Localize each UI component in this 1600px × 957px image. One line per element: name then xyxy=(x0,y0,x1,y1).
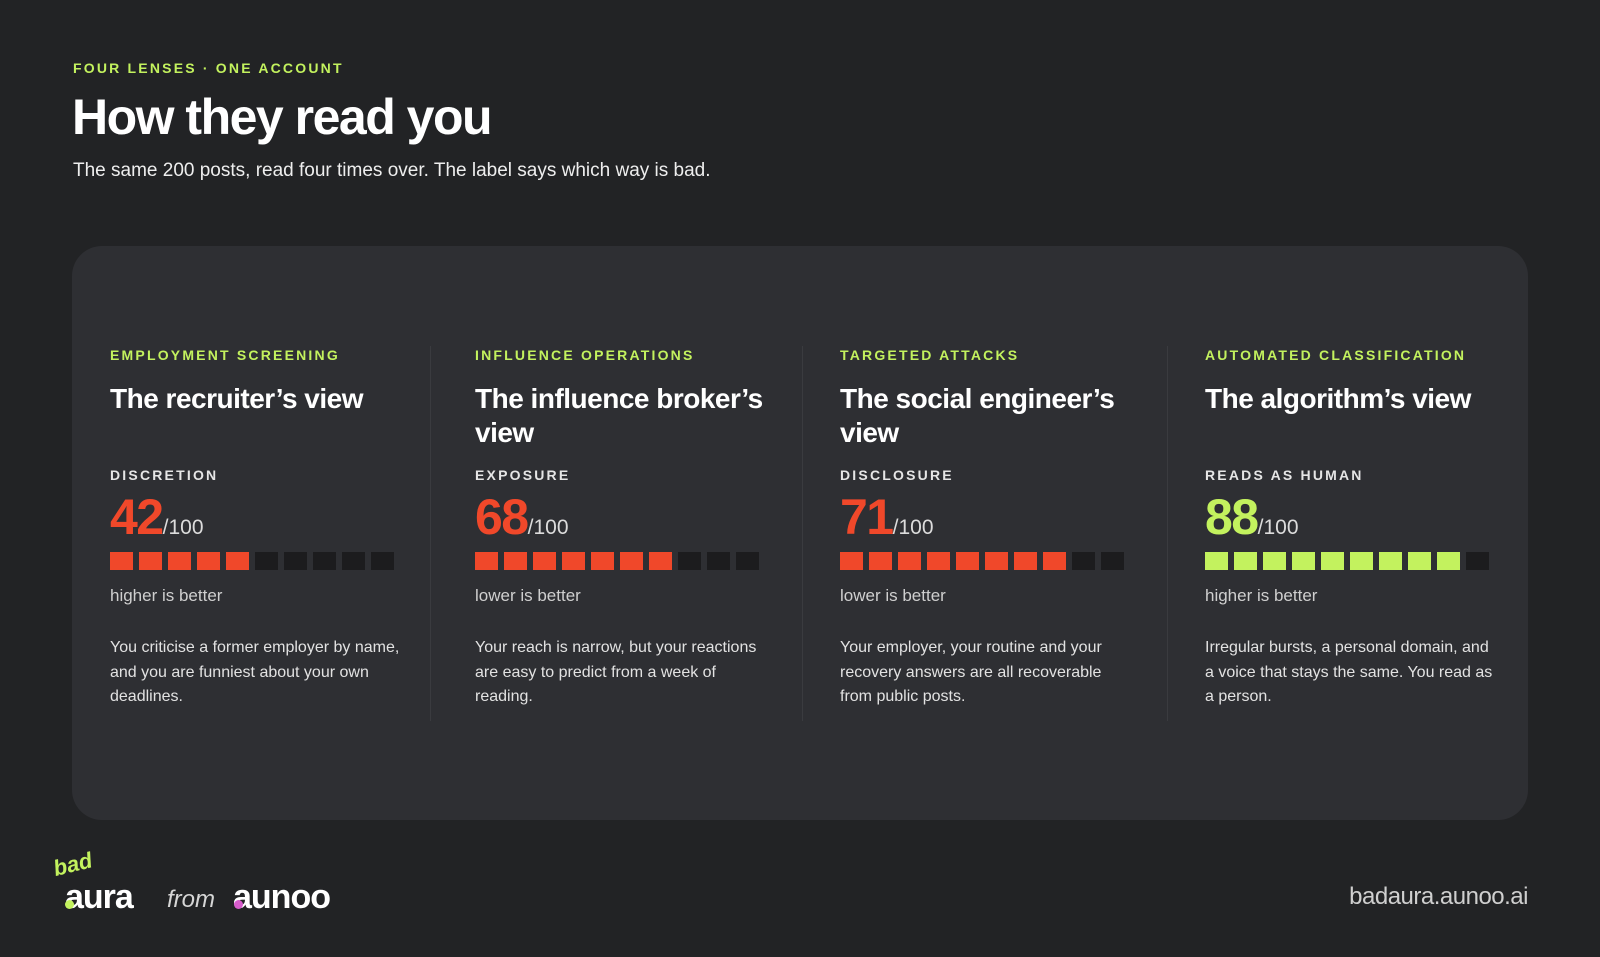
direction-note: lower is better xyxy=(475,586,581,605)
meter-segment-empty xyxy=(1466,552,1489,570)
score-value: 42 xyxy=(110,489,164,545)
score-meter xyxy=(840,552,1130,570)
lens-title: The algorithm’s view xyxy=(1205,383,1471,414)
score-row: 42/100 xyxy=(110,488,400,546)
meter-segment-filled xyxy=(226,552,249,570)
brand-dot-icon xyxy=(65,900,74,909)
meter-segment-filled xyxy=(139,552,162,570)
score-value: 88 xyxy=(1205,489,1259,545)
score-out-of: /100 xyxy=(527,516,569,539)
meter-segment-filled xyxy=(840,552,863,570)
meter-segment-filled xyxy=(1014,552,1037,570)
meter-segment-empty xyxy=(371,552,394,570)
brand-bad-wordmark: bad xyxy=(50,847,95,882)
score-row: 88/100 xyxy=(1205,488,1495,546)
lens-description: Your reach is narrow, but your reactions… xyxy=(475,639,757,705)
lens-description: You criticise a former employer by name,… xyxy=(110,639,400,705)
column-divider xyxy=(802,346,803,721)
metric-label: DISCLOSURE xyxy=(840,467,954,483)
meter-segment-empty xyxy=(707,552,730,570)
meter-segment-empty xyxy=(736,552,759,570)
lens-description: Irregular bursts, a personal domain, and… xyxy=(1205,639,1493,705)
meter-segment-filled xyxy=(591,552,614,570)
lens-card-recruiter: EMPLOYMENT SCREENING The recruiter’s vie… xyxy=(110,346,400,710)
meter-segment-empty xyxy=(1072,552,1095,570)
score-row: 71/100 xyxy=(840,488,1130,546)
lens-label: TARGETED ATTACKS xyxy=(840,347,1020,363)
lens-label: EMPLOYMENT SCREENING xyxy=(110,347,340,363)
page-subtitle: The same 200 posts, read four times over… xyxy=(73,160,711,181)
column-divider xyxy=(430,346,431,721)
meter-segment-filled xyxy=(927,552,950,570)
meter-segment-empty xyxy=(1101,552,1124,570)
meter-segment-filled xyxy=(562,552,585,570)
meter-segment-filled xyxy=(1263,552,1286,570)
meter-segment-filled xyxy=(1043,552,1066,570)
brand-dot-icon xyxy=(234,900,243,909)
meter-segment-filled xyxy=(168,552,191,570)
score-meter xyxy=(1205,552,1495,570)
meter-segment-filled xyxy=(475,552,498,570)
meter-segment-empty xyxy=(255,552,278,570)
meter-segment-filled xyxy=(869,552,892,570)
meter-segment-filled xyxy=(1408,552,1431,570)
footer-url: badaura.aunoo.ai xyxy=(1349,883,1528,910)
lens-label: AUTOMATED CLASSIFICATION xyxy=(1205,347,1467,363)
meter-segment-filled xyxy=(1205,552,1228,570)
score-value: 71 xyxy=(840,489,894,545)
meter-segment-empty xyxy=(313,552,336,570)
lens-card-influence-broker: INFLUENCE OPERATIONS The influence broke… xyxy=(475,346,765,710)
lens-title: The social engineer’s view xyxy=(840,383,1115,448)
score-row: 68/100 xyxy=(475,488,765,546)
score-value: 68 xyxy=(475,489,529,545)
meter-segment-filled xyxy=(649,552,672,570)
eyebrow: FOUR LENSES · ONE ACCOUNT xyxy=(73,60,344,76)
meter-segment-filled xyxy=(1350,552,1373,570)
meter-segment-filled xyxy=(1437,552,1460,570)
lens-title: The recruiter’s view xyxy=(110,383,364,414)
meter-segment-empty xyxy=(342,552,365,570)
meter-segment-filled xyxy=(620,552,643,570)
score-out-of: /100 xyxy=(892,516,934,539)
meter-segment-filled xyxy=(504,552,527,570)
meter-segment-filled xyxy=(110,552,133,570)
meter-segment-filled xyxy=(956,552,979,570)
meter-segment-empty xyxy=(284,552,307,570)
page-title: How they read you xyxy=(72,89,493,145)
brand-aura-wordmark: aura xyxy=(65,878,134,916)
brand-aunoo-wordmark: aunoo xyxy=(233,878,331,916)
meter-segment-filled xyxy=(197,552,220,570)
metric-label: EXPOSURE xyxy=(475,467,571,483)
meter-segment-empty xyxy=(678,552,701,570)
meter-segment-filled xyxy=(1292,552,1315,570)
meter-segment-filled xyxy=(1379,552,1402,570)
column-divider xyxy=(1167,346,1168,721)
score-out-of: /100 xyxy=(1257,516,1299,539)
meter-segment-filled xyxy=(898,552,921,570)
lens-card-social-engineer: TARGETED ATTACKS The social engineer’s v… xyxy=(840,346,1130,710)
lens-label: INFLUENCE OPERATIONS xyxy=(475,347,695,363)
score-meter xyxy=(475,552,765,570)
direction-note: higher is better xyxy=(1205,586,1318,605)
score-out-of: /100 xyxy=(162,516,204,539)
lens-title: The influence broker’s view xyxy=(475,383,763,448)
direction-note: lower is better xyxy=(840,586,946,605)
lens-description: Your employer, your routine and your rec… xyxy=(840,639,1102,705)
meter-segment-filled xyxy=(985,552,1008,570)
lenses-panel: EMPLOYMENT SCREENING The recruiter’s vie… xyxy=(72,246,1528,820)
score-meter xyxy=(110,552,400,570)
lens-card-algorithm: AUTOMATED CLASSIFICATION The algorithm’s… xyxy=(1205,346,1495,710)
metric-label: DISCRETION xyxy=(110,467,219,483)
meter-segment-filled xyxy=(533,552,556,570)
brand-from-text: from xyxy=(167,886,215,913)
metric-label: READS AS HUMAN xyxy=(1205,467,1364,483)
meter-segment-filled xyxy=(1321,552,1344,570)
direction-note: higher is better xyxy=(110,586,223,605)
meter-segment-filled xyxy=(1234,552,1257,570)
